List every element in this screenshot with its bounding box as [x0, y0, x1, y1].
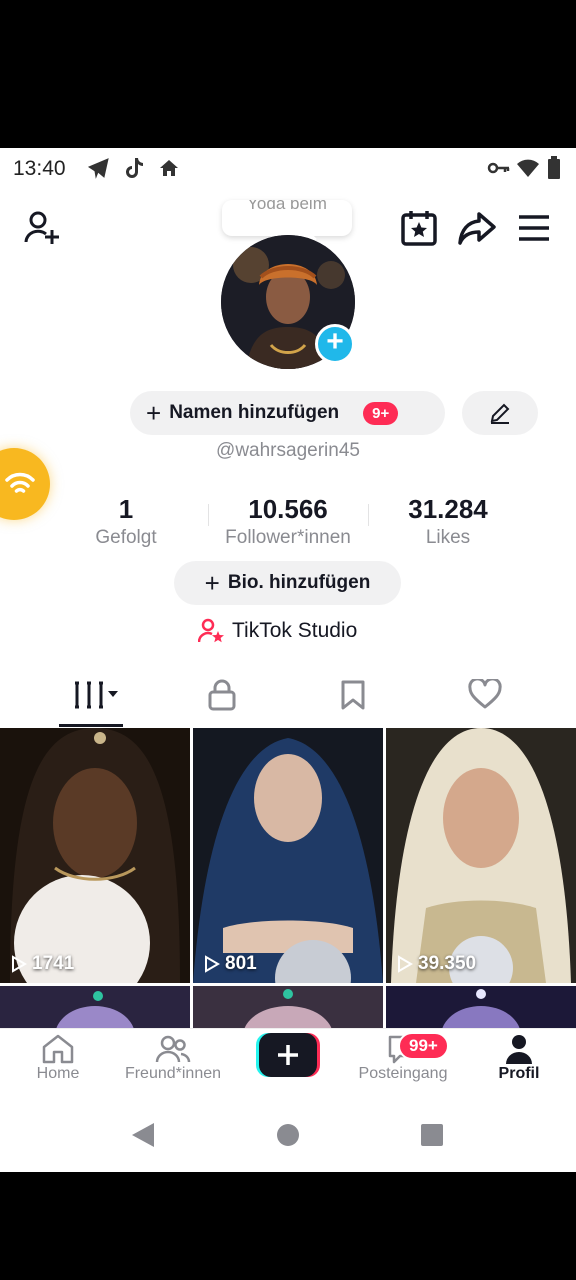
key-icon: [487, 162, 510, 174]
video-thumbnail[interactable]: 39.350: [386, 728, 576, 983]
hamburger-icon: [519, 215, 549, 241]
back-icon[interactable]: [130, 1121, 156, 1149]
view-count: 39.350: [396, 953, 476, 975]
add-name-label: Namen hinzufügen: [169, 402, 340, 423]
add-bio-label: Bio. hinzufügen: [227, 572, 371, 593]
friends-icon: [155, 1035, 191, 1063]
view-count: 801: [203, 953, 257, 975]
stat-label: Gefolgt: [95, 527, 157, 548]
studio-user-icon: [198, 618, 224, 643]
stat-label: Likes: [425, 527, 471, 548]
video-image: [0, 728, 190, 983]
telegram-icon: [87, 158, 109, 179]
stat-followers[interactable]: 10.566 Follower*innen: [208, 494, 368, 549]
stat-divider: [368, 504, 369, 526]
nav-friends[interactable]: Freund*innen: [112, 1033, 234, 1083]
create-plus-icon: [256, 1033, 320, 1077]
tab-liked[interactable]: [455, 670, 515, 720]
screen: 13:40 Yoda beim + + Namen hinzufügen 9+ …: [0, 148, 576, 1172]
video-thumbnail[interactable]: 801: [193, 728, 383, 983]
plus-icon: +: [326, 325, 344, 358]
video-thumbnail[interactable]: [386, 986, 576, 1028]
create-button[interactable]: [256, 1033, 320, 1077]
tab-videos[interactable]: [63, 670, 123, 720]
stat-value: 1: [118, 494, 134, 524]
video-thumbnail[interactable]: [193, 986, 383, 1028]
tab-active-indicator: [59, 724, 123, 727]
share-button[interactable]: [455, 206, 499, 250]
status-bar: 13:40: [0, 148, 576, 188]
tiktok-studio-link[interactable]: TikTok Studio: [198, 618, 357, 644]
video-thumbnail[interactable]: 1741: [0, 728, 190, 983]
share-icon: [458, 212, 496, 245]
add-bio-button[interactable]: + Bio. hinzufügen: [174, 561, 401, 605]
calendar-star-icon: [401, 211, 437, 246]
nav-profile[interactable]: Profil: [484, 1033, 554, 1083]
studio-label: TikTok Studio: [232, 619, 358, 642]
play-icon: [205, 955, 220, 973]
wifi-status-icon: [517, 159, 539, 177]
plus-icon: +: [204, 567, 220, 598]
battery-icon: [548, 156, 560, 179]
videos-grid-icon: [75, 681, 118, 709]
video-thumbnail[interactable]: [0, 986, 190, 1028]
tiktok-icon: [126, 158, 143, 178]
pencil-icon: [490, 403, 510, 424]
status-time: 13:40: [13, 157, 66, 180]
view-count: 1741: [10, 953, 74, 975]
tab-saved[interactable]: [323, 670, 383, 720]
profile-icon: [506, 1035, 532, 1064]
edit-profile-button[interactable]: [462, 391, 538, 435]
play-icon: [398, 955, 413, 973]
lock-icon: [208, 679, 236, 711]
add-name-button[interactable]: + Namen hinzufügen 9+: [130, 391, 445, 435]
inbox-badge: 99+: [398, 1032, 449, 1060]
bookmark-icon: [341, 680, 365, 710]
recents-icon[interactable]: [420, 1123, 444, 1147]
stat-value: 10.566: [248, 494, 328, 524]
heart-icon: [468, 679, 502, 709]
home-status-icon: [160, 160, 178, 176]
home-icon: [42, 1034, 74, 1064]
stat-likes[interactable]: 31.284 Likes: [388, 494, 508, 549]
stat-value: 31.284: [408, 494, 488, 524]
system-nav-bar: [0, 1096, 576, 1172]
menu-button[interactable]: [512, 206, 556, 250]
add-friend-button[interactable]: [20, 206, 64, 250]
stat-following[interactable]: 1 Gefolgt: [66, 494, 186, 549]
add-avatar-button[interactable]: +: [315, 324, 355, 364]
stat-label: Follower*innen: [225, 527, 351, 548]
wifi-icon: [5, 472, 35, 493]
video-image: [193, 986, 383, 1028]
nav-home[interactable]: Home: [20, 1033, 96, 1083]
play-icon: [12, 955, 27, 973]
name-badge: 9+: [363, 401, 399, 425]
tooltip-bubble: Yoda beim: [222, 200, 352, 236]
add-user-icon: [24, 211, 59, 244]
video-image: [0, 986, 190, 1028]
calendar-button[interactable]: [397, 206, 441, 250]
video-image: [386, 986, 576, 1028]
video-image: [386, 728, 576, 983]
bottom-nav: Home Freund*innen Posteingang 99+ Profil: [0, 1028, 576, 1096]
tab-private[interactable]: [192, 670, 252, 720]
username: @wahrsagerin45: [216, 440, 360, 461]
home-circle-icon[interactable]: [276, 1123, 300, 1147]
video-image: [193, 728, 383, 983]
plus-icon: +: [146, 397, 162, 428]
